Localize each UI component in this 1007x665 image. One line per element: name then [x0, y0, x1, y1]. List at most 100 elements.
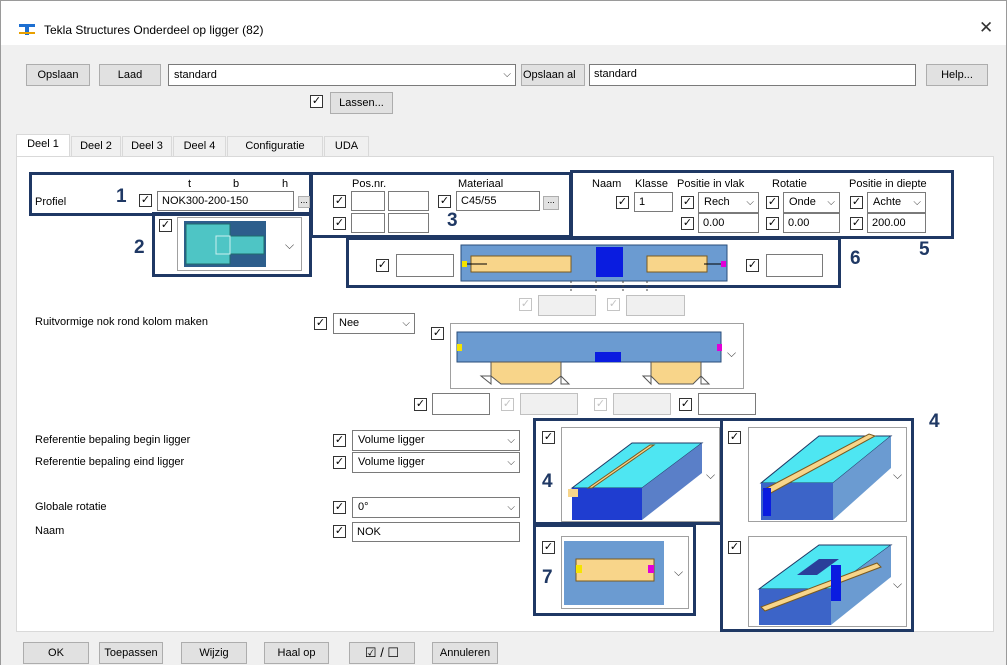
ref-begin-select[interactable]: Volume ligger ⌵ [352, 430, 520, 451]
rotation-select[interactable]: Onde ⌵ [783, 192, 840, 213]
assembly-start-input[interactable] [388, 213, 429, 233]
position-plane-offset-input[interactable]: 0.00 [698, 213, 759, 233]
connection-bottom-picker[interactable]: ⌵ [748, 536, 907, 627]
apply-button[interactable]: Toepassen [99, 642, 163, 664]
material-input[interactable]: C45/55 [456, 191, 540, 211]
chevron-down-icon: ⌵ [674, 565, 684, 579]
get-button[interactable]: Haal op [264, 642, 329, 664]
ruit-picker-checkbox[interactable]: ✓ [431, 327, 444, 340]
ruit-c-checkbox[interactable]: ✓ [594, 398, 607, 411]
end-offset-checkbox[interactable]: ✓ [746, 259, 759, 272]
ok-button[interactable]: OK [23, 642, 89, 664]
chevron-down-icon: ⌵ [507, 435, 515, 446]
nok-shape-icon [184, 221, 266, 267]
ruit-checkbox[interactable]: ✓ [314, 317, 327, 330]
welds-checkbox[interactable]: ✓ [310, 95, 323, 108]
ruit-a-checkbox[interactable]: ✓ [414, 398, 427, 411]
material-checkbox[interactable]: ✓ [438, 195, 451, 208]
ruit-d-input[interactable] [698, 393, 756, 415]
beam-orientation-checkbox[interactable]: ✓ [542, 431, 555, 444]
welds-button[interactable]: Lassen... [330, 92, 393, 114]
rotation-checkbox[interactable]: ✓ [766, 196, 779, 209]
connection-top-checkbox[interactable]: ✓ [728, 431, 741, 444]
title-bar: Tekla Structures Onderdeel op ligger (82… [1, 1, 1006, 45]
load-select[interactable]: standard ⌵ [168, 64, 516, 86]
connection-bottom-checkbox[interactable]: ✓ [728, 541, 741, 554]
assembly-prefix-checkbox[interactable]: ✓ [333, 217, 346, 230]
assembly-prefix-input[interactable] [351, 213, 385, 233]
position-depth-offset-checkbox[interactable]: ✓ [850, 217, 863, 230]
material-browse-button[interactable]: ... [543, 196, 559, 210]
position-depth-offset-input[interactable]: 200.00 [867, 213, 926, 233]
save-as-button[interactable]: Opslaan al [521, 64, 585, 86]
position-plane-checkbox[interactable]: ✓ [681, 196, 694, 209]
ref-begin-checkbox[interactable]: ✓ [333, 434, 346, 447]
shape-picker[interactable]: ⌵ [177, 217, 302, 271]
end-shape-picker[interactable]: ⌵ [561, 536, 689, 609]
tab-uda[interactable]: UDA [324, 136, 369, 157]
ruit-b-input[interactable] [520, 393, 578, 415]
profile-browse-button[interactable]: ... [298, 196, 310, 208]
help-button[interactable]: Help... [926, 64, 988, 86]
profile-input[interactable]: NOK300-200-150 [157, 191, 294, 211]
position-plane-offset-checkbox[interactable]: ✓ [681, 217, 694, 230]
ref-end-value: Volume ligger [358, 456, 425, 468]
global-rotation-value: 0° [358, 501, 369, 513]
shape-checkbox[interactable]: ✓ [159, 219, 172, 232]
tab-deel-3[interactable]: Deel 3 [122, 136, 172, 157]
posnr-start-input[interactable] [388, 191, 429, 211]
position-plane-label: Positie in vlak [677, 178, 745, 190]
ruit-d-checkbox[interactable]: ✓ [679, 398, 692, 411]
ref-begin-label: Referentie bepaling begin ligger [35, 434, 191, 446]
ref-end-select[interactable]: Volume ligger ⌵ [352, 452, 520, 473]
posnr-prefix-checkbox[interactable]: ✓ [333, 195, 346, 208]
beam-orientation-picker[interactable]: ⌵ [561, 427, 720, 522]
chevron-down-icon: ⌵ [727, 346, 737, 360]
material-label: Materiaal [458, 178, 504, 190]
name-checkbox[interactable]: ✓ [333, 525, 346, 538]
ref-end-checkbox[interactable]: ✓ [333, 456, 346, 469]
global-rotation-select[interactable]: 0° ⌵ [352, 497, 520, 518]
position-depth-checkbox[interactable]: ✓ [850, 196, 863, 209]
close-icon[interactable]: ✕ [979, 18, 993, 38]
profile-checkbox[interactable]: ✓ [139, 194, 152, 207]
connection-top-picker[interactable]: ⌵ [748, 427, 907, 522]
tab-deel-2[interactable]: Deel 2 [71, 136, 121, 157]
name-input[interactable]: NOK [352, 522, 520, 542]
ruit-b-checkbox[interactable]: ✓ [501, 398, 514, 411]
rotation-offset-input[interactable]: 0.00 [783, 213, 840, 233]
tab-deel-4[interactable]: Deel 4 [173, 136, 226, 157]
callout-7: 7 [542, 567, 553, 588]
chevron-down-icon: ⌵ [285, 238, 295, 252]
cancel-button[interactable]: Annuleren [432, 642, 498, 664]
start-offset-input[interactable] [396, 254, 454, 277]
position-depth-select[interactable]: Achte ⌵ [867, 192, 926, 213]
gap-left-checkbox[interactable]: ✓ [519, 298, 532, 311]
end-offset-input[interactable] [766, 254, 823, 277]
gap-right-checkbox[interactable]: ✓ [607, 298, 620, 311]
global-rotation-checkbox[interactable]: ✓ [333, 501, 346, 514]
end-shape-checkbox[interactable]: ✓ [542, 541, 555, 554]
save-button[interactable]: Opslaan [26, 64, 90, 86]
klasse-input[interactable]: 1 [634, 192, 673, 212]
klasse-checkbox[interactable]: ✓ [616, 196, 629, 209]
position-plane-select[interactable]: Rech ⌵ [698, 192, 759, 213]
posnr-prefix-input[interactable] [351, 191, 385, 211]
start-offset-checkbox[interactable]: ✓ [376, 259, 389, 272]
ruit-select[interactable]: Nee ⌵ [333, 313, 415, 334]
save-as-input[interactable]: standard [589, 64, 916, 86]
tab-deel-1[interactable]: Deel 1 [16, 134, 70, 158]
ruit-a-input[interactable] [432, 393, 490, 415]
ruit-picker[interactable]: ⌵ [450, 323, 744, 389]
callout-4-right: 4 [929, 411, 940, 432]
load-button[interactable]: Laad [99, 64, 161, 86]
modify-button[interactable]: Wijzig [181, 642, 247, 664]
rotation-value: Onde [789, 196, 816, 208]
rotation-offset-checkbox[interactable]: ✓ [766, 217, 779, 230]
chevron-down-icon: ⌵ [706, 468, 716, 482]
toggle-all-button[interactable]: ☑ / ☐ [349, 642, 415, 664]
gap-left-input[interactable] [538, 295, 596, 316]
ruit-c-input[interactable] [613, 393, 671, 415]
gap-right-input[interactable] [626, 295, 685, 316]
tab-configuratie[interactable]: Configuratie [227, 136, 323, 157]
